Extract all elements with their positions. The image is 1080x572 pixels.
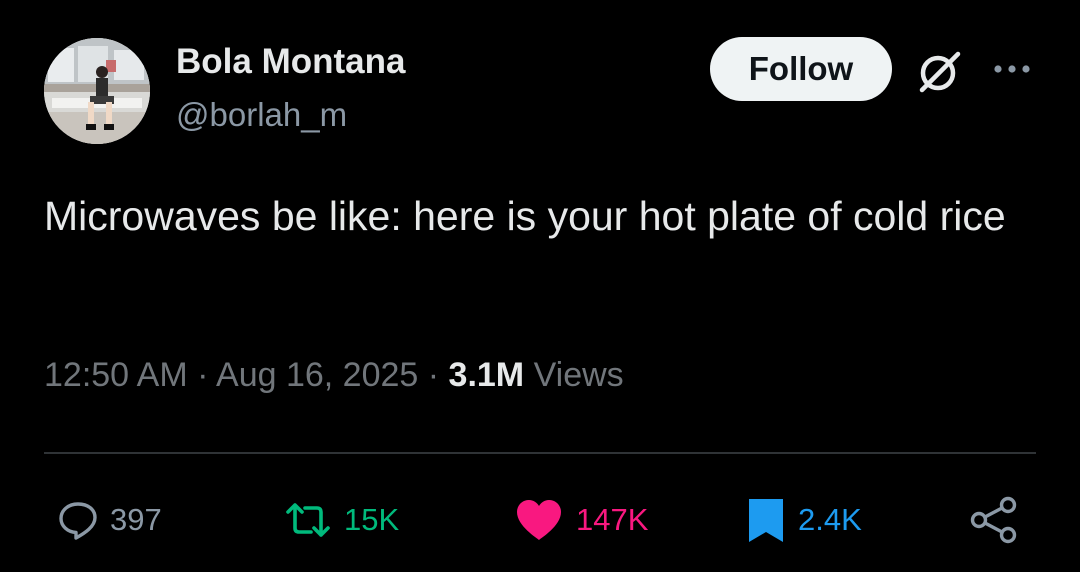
tweet-meta: 12:50 AM · Aug 16, 2025 · 3.1M Views	[44, 356, 624, 395]
bookmark-icon	[749, 499, 783, 542]
more-icon[interactable]	[990, 56, 1034, 82]
retweet-icon	[286, 503, 330, 537]
share-icon	[970, 496, 1017, 544]
views-count: 3.1M	[448, 356, 525, 394]
tweet-text: Microwaves be like: here is your hot pla…	[44, 193, 1006, 239]
retweet-button[interactable]: 15K	[284, 490, 399, 550]
reply-icon	[59, 502, 97, 540]
avatar[interactable]	[44, 38, 150, 144]
heart-icon	[517, 500, 561, 540]
display-name[interactable]: Bola Montana	[176, 42, 405, 82]
bookmark-count: 2.4K	[798, 502, 862, 537]
follow-button[interactable]: Follow	[710, 37, 892, 101]
share-button[interactable]	[968, 490, 1020, 550]
tweet-detail: Bola Montana @borlah_m Follow Microwaves…	[0, 0, 1080, 572]
divider	[44, 452, 1036, 454]
retweet-count: 15K	[344, 502, 400, 537]
like-button[interactable]: 147K	[514, 490, 648, 550]
like-count: 147K	[576, 502, 649, 537]
user-handle[interactable]: @borlah_m	[176, 96, 347, 134]
meta-separator: ·	[427, 356, 440, 394]
reply-button[interactable]: 397	[58, 490, 162, 550]
bookmark-button[interactable]: 2.4K	[746, 490, 862, 550]
meta-separator: ·	[197, 356, 209, 394]
tweet-time[interactable]: 12:50 AM	[44, 356, 188, 394]
tweet-date[interactable]: Aug 16, 2025	[216, 356, 418, 394]
grok-icon[interactable]	[914, 46, 964, 96]
views-label: Views	[533, 356, 624, 394]
reply-count: 397	[110, 502, 162, 537]
